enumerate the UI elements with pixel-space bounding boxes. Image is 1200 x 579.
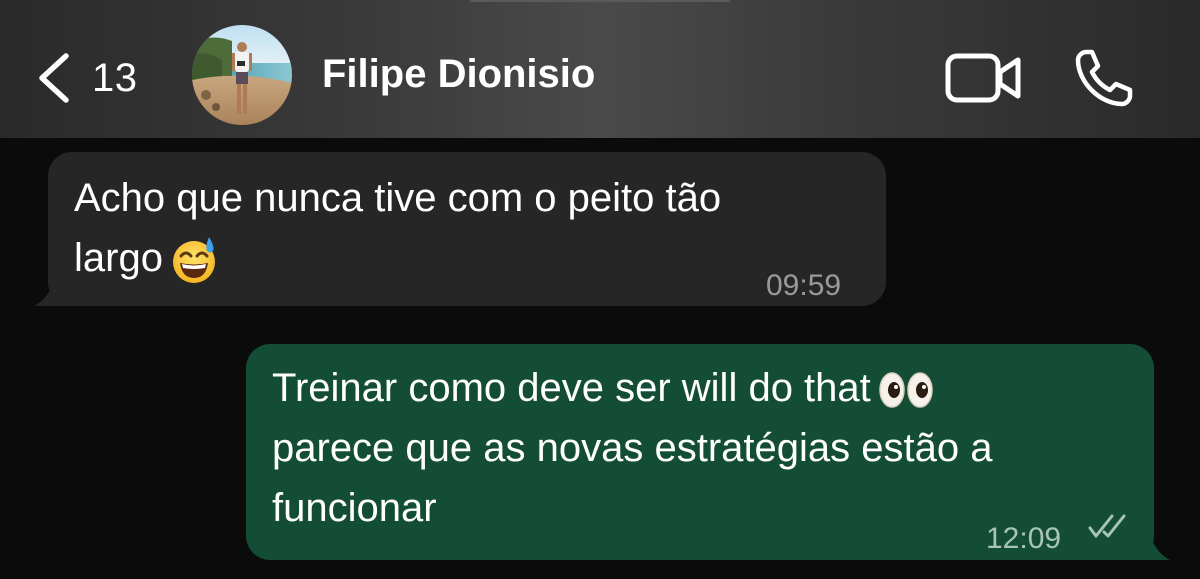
message-text: Treinar como deve ser will do that parec…: [272, 358, 992, 538]
avatar[interactable]: [192, 25, 292, 125]
avatar-photo: [192, 25, 292, 125]
unread-count: 13: [92, 55, 138, 100]
eyes-icon: [879, 372, 933, 409]
message-line: parece que as novas estratégias estão a: [272, 426, 993, 470]
message-time: 12:09: [986, 522, 1062, 555]
chat-screen: 13 Filipe Dionisio Acho que nunca tive c…: [0, 0, 1200, 579]
message-time: 09:59: [766, 269, 842, 302]
chat-header: 13 Filipe Dionisio: [0, 0, 1200, 138]
video-call-icon[interactable]: [944, 50, 1024, 106]
incoming-message[interactable]: Acho que nunca tive com o peito tão larg…: [48, 152, 886, 306]
double-check-icon: [1088, 514, 1126, 538]
outgoing-message[interactable]: Treinar como deve ser will do that parec…: [246, 344, 1154, 560]
contact-name[interactable]: Filipe Dionisio: [322, 52, 595, 97]
header-notch: [470, 0, 730, 2]
message-line: Treinar como deve ser will do that: [272, 366, 871, 410]
message-line: funcionar: [272, 486, 437, 530]
phone-icon[interactable]: [1072, 46, 1136, 110]
chevron-left-icon: [39, 53, 69, 103]
grinning-face-with-sweat-icon: [172, 237, 215, 284]
back-button[interactable]: 13: [34, 48, 138, 108]
message-line: Acho que nunca tive com o peito tão: [74, 176, 722, 220]
message-text: Acho que nunca tive com o peito tão larg…: [74, 168, 721, 288]
message-line: largo: [74, 236, 163, 280]
